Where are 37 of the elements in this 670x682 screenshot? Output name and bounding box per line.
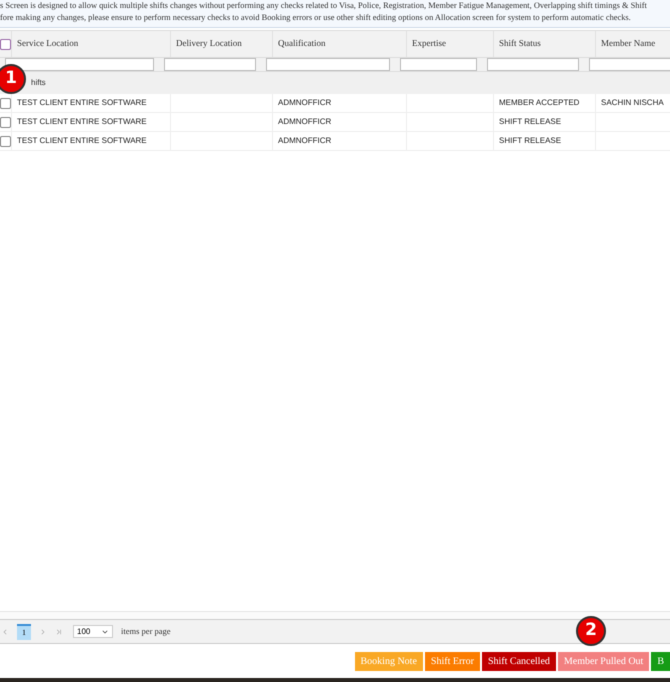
table-cell: TEST CLIENT ENTIRE SOFTWARE [17,135,147,147]
pager-label: items per page [121,625,171,638]
column-header[interactable]: Member Name [601,37,656,51]
checkbox[interactable] [0,116,11,128]
column-header[interactable]: Shift Status [499,37,541,51]
column-header[interactable]: Service Location [17,37,78,51]
checkbox[interactable] [0,98,11,108]
table-cell: SHIFT RELEASE [499,116,562,128]
filter-field[interactable] [5,58,154,71]
checkbox[interactable] [0,38,11,50]
filter-field[interactable] [164,58,256,71]
table-cell: ADMNOFFICR [278,97,332,109]
page-size-select[interactable]: 100 [73,625,113,638]
filter-field[interactable] [487,58,579,71]
filter-field[interactable] [589,58,670,71]
notice-text: fore making any changes, please ensure to perform necessary checks to avoid Booking errors or use other shift editing options on Allocation screen for system to perform automatic checks. [0,12,632,24]
group-label: hifts [31,77,46,89]
checkbox[interactable] [0,136,11,146]
table-cell: ADMNOFFICR [278,116,332,128]
filter-field[interactable] [400,58,477,71]
notice-text: s Screen is designed to allow quick multiple shifts changes without performing any checks related to Visa, Police, Registration, Member Fatigue Management, Overlapping shift timings & Shift [0,0,648,12]
table-cell: ADMNOFFICR [278,135,332,147]
last-page-icon[interactable] [55,628,63,636]
table-cell: MEMBER ACCEPTED [499,97,580,109]
column-header[interactable]: Qualification [278,37,326,51]
next-page-icon[interactable] [39,628,47,636]
table-cell: TEST CLIENT ENTIRE SOFTWARE [17,97,147,109]
table-cell: SHIFT RELEASE [499,135,562,147]
page-button[interactable]: 1 [17,624,31,640]
table-cell: SACHIN NISCHA [601,97,664,109]
filter-field[interactable] [266,58,390,71]
status-button[interactable]: Shift Cancelled [482,652,556,670]
table-cell: TEST CLIENT ENTIRE SOFTWARE [17,116,147,128]
column-header[interactable]: Delivery Location [176,37,242,51]
status-button[interactable]: B [651,652,670,670]
column-header[interactable]: Expertise [412,37,446,51]
previous-page-icon[interactable] [1,628,9,636]
